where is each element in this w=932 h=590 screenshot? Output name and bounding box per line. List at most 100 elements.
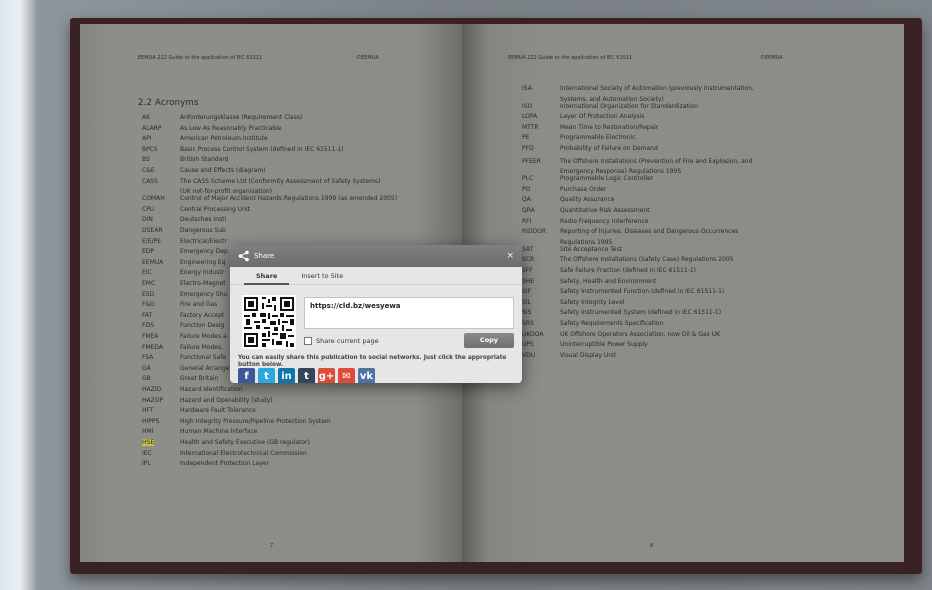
acronym-abbr: HSE	[142, 439, 155, 446]
acronym-definition: Health and Safety Executive (GB regulato…	[180, 439, 310, 446]
share-current-page-option[interactable]: Share current page	[304, 337, 379, 345]
acronym-definition: Safety Requirements Specification	[560, 320, 664, 327]
googleplus-icon[interactable]: g+	[318, 368, 335, 383]
acronym-abbr: SAT	[522, 245, 534, 253]
twitter-icon[interactable]: t	[258, 368, 275, 383]
acronym-abbr: HIPPS	[142, 417, 160, 425]
close-icon[interactable]: ×	[506, 251, 514, 261]
acronym-abbr: BPCS	[142, 145, 158, 153]
acronym-abbr: CPU	[142, 205, 155, 213]
acronym-definition: Electrical/Electr	[180, 237, 227, 245]
acronym-abbr: PFD	[522, 145, 534, 152]
acronym-abbr: CASS	[142, 177, 158, 185]
share-instructions: You can easily share this publication to…	[238, 355, 507, 368]
acronym-definition: The CASS Scheme Ltd (Conformity Assessme…	[180, 177, 381, 185]
acronym-definition: Programmable Electronic	[560, 134, 636, 142]
acronym-definition: Quality Assurance	[560, 196, 615, 204]
acronym-definition: International Society of Automation (pre…	[560, 85, 754, 92]
acronym-definition: Failure Modes,	[180, 343, 224, 351]
acronym-definition: Probability of Failure on Demand	[560, 145, 658, 152]
page-header-right: ©EEMUA	[356, 55, 379, 61]
acronym-definition: Functional Safe	[180, 354, 227, 362]
right-page[interactable]: EEMUA 222 Guide to the application of IE…	[462, 24, 904, 562]
acronym-abbr: UPS	[522, 341, 534, 349]
acronym-definition: Purchase Order	[560, 185, 607, 193]
copy-button[interactable]: Copy	[464, 333, 514, 348]
tumblr-icon[interactable]: t	[298, 368, 315, 383]
share-current-page-checkbox[interactable]	[304, 337, 312, 345]
acronym-abbr: UKOOA	[522, 330, 544, 338]
acronym-definition: Anforderungsklasse (Requirement Class)	[180, 114, 303, 121]
acronym-abbr: GA	[142, 364, 151, 372]
acronym-abbr: FMEA	[142, 333, 159, 340]
acronym-definition: The Offshore Installations (Prevention o…	[560, 157, 753, 165]
acronym-abbr: SIL	[522, 298, 531, 306]
acronym-definition: Radio Frequency Interference	[560, 217, 649, 225]
acronym-abbr: HAZOP	[142, 396, 164, 404]
tab-insert-to-site[interactable]: Insert to Site	[289, 267, 355, 285]
social-buttons: f t in t g+ ✉ vk	[238, 368, 375, 383]
acronym-abbr: EDP	[142, 248, 155, 256]
acronym-definition: Fire and Gas	[180, 301, 218, 309]
acronym-abbr: IEC	[142, 449, 152, 457]
acronym-abbr: SCR	[522, 256, 535, 264]
acronym-definition: Great Britain	[180, 375, 219, 383]
acronym-definition: Regulations 1995	[560, 238, 613, 246]
section-title: 2.2 Acronyms	[138, 98, 199, 108]
acronym-abbr: HMI	[142, 428, 154, 436]
acronym-abbr: PFEER	[522, 157, 541, 165]
linkedin-icon[interactable]: in	[278, 368, 295, 383]
window-edge	[0, 0, 34, 590]
acronym-definition: Programmable Logic Controller	[560, 175, 654, 183]
acronym-abbr: PO	[522, 185, 531, 193]
acronym-abbr: BS	[142, 156, 150, 164]
acronym-definition: Dangerous Sub	[180, 227, 226, 234]
acronym-abbr: F&G	[142, 301, 155, 309]
share-url-field[interactable]: https://cld.bz/wesyewa	[304, 297, 514, 329]
acronym-definition: Hardware Fault Tolerance	[180, 407, 256, 415]
acronym-definition: Engineering Eq	[180, 258, 226, 266]
acronym-definition: British Standard	[180, 156, 229, 164]
acronym-abbr: IPL	[142, 460, 151, 468]
acronym-abbr: QA	[522, 196, 531, 204]
vk-icon[interactable]: vk	[358, 368, 375, 383]
dialog-tabs: Share Insert to Site	[230, 267, 522, 285]
acronym-definition: Basic Process Control System (defined in…	[180, 145, 344, 153]
acronym-definition: Emergency Shu	[180, 290, 228, 298]
acronym-definition: Energy Industr	[180, 269, 225, 277]
facebook-icon[interactable]: f	[238, 368, 255, 383]
acronym-definition: (UK not-for-profit organisation)	[180, 188, 273, 196]
dialog-title: Share	[254, 252, 275, 260]
acronym-abbr: RFI	[522, 217, 532, 225]
acronym-abbr: HAZID	[142, 386, 162, 393]
acronym-definition: International Electrotechnical Commissio…	[180, 449, 307, 457]
acronym-definition: Quantitative Risk Assessment	[560, 207, 650, 214]
tab-share[interactable]: Share	[244, 267, 290, 285]
acronym-abbr: SIF	[522, 288, 532, 296]
acronym-abbr: PLC	[522, 175, 534, 183]
acronym-definition: UK Offshore Operators Association, now O…	[560, 330, 721, 338]
acronym-abbr: DIN	[142, 216, 153, 224]
acronym-abbr: FMEDA	[142, 343, 164, 351]
acronym-definition: Safety Instrumented System (defined in I…	[560, 309, 722, 317]
page-number: 8	[650, 543, 654, 549]
page-header-right: ©EEMUA	[760, 55, 783, 61]
acronym-abbr: QRA	[522, 207, 535, 214]
checkbox-label: Share current page	[316, 337, 379, 345]
acronym-definition: Uninterruptible Power Supply	[560, 341, 648, 349]
acronym-definition: Systems, and Automation Society)	[560, 95, 664, 103]
acronym-abbr: SIS	[522, 309, 532, 317]
acronym-abbr: ISO	[522, 102, 533, 110]
page-header-left: EEMUA 222 Guide to the application of IE…	[138, 55, 263, 61]
acronym-abbr: API	[142, 135, 152, 143]
acronym-abbr: SHE	[522, 277, 535, 285]
acronym-definition: Visual Display Unit	[560, 351, 617, 359]
acronym-abbr: GB	[142, 375, 151, 383]
acronym-definition: Site Acceptance Test	[560, 245, 623, 253]
acronym-definition: Reporting of Injuries, Diseases and Dang…	[560, 228, 739, 236]
acronym-definition: Independent Protection Layer	[180, 460, 269, 468]
acronym-abbr: EMC	[142, 280, 156, 287]
acronym-definition: International Organization for Standardi…	[560, 102, 698, 110]
acronym-definition: Control of Major Accident Hazards Regula…	[180, 195, 398, 203]
email-icon[interactable]: ✉	[338, 368, 355, 383]
